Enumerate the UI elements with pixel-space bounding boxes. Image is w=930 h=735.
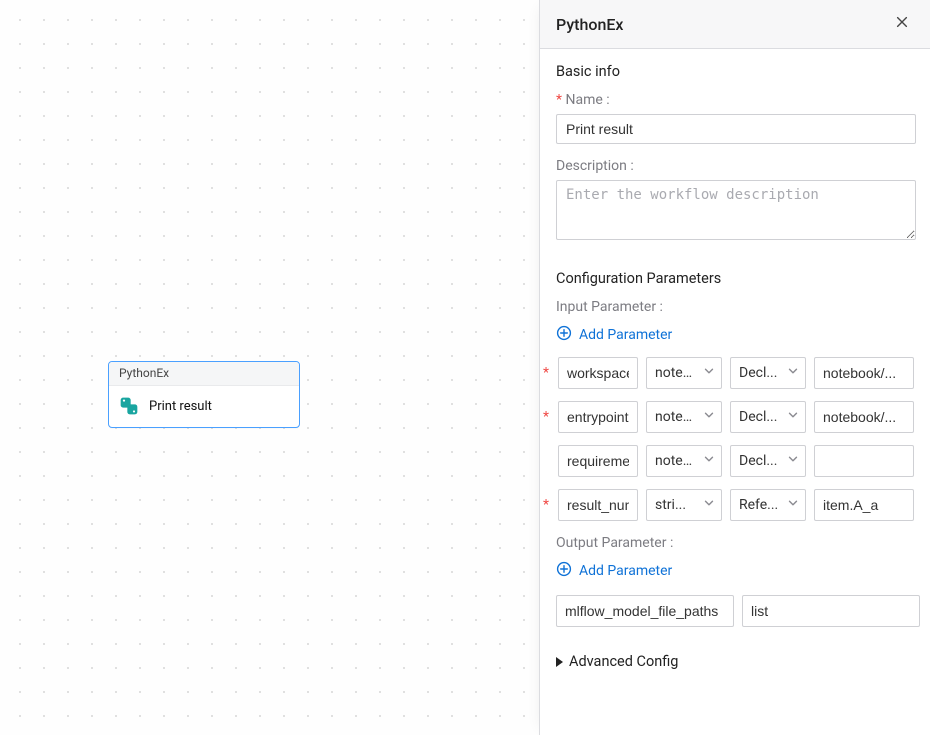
param-name-input[interactable] [558,357,638,389]
caret-right-icon [556,657,563,667]
add-output-parameter-button[interactable]: Add Parameter [556,561,672,581]
chevron-down-icon [787,409,799,425]
advanced-config-label: Advanced Config [569,653,678,670]
panel-title: PythonEx [556,15,890,34]
chevron-down-icon [787,497,799,513]
param-type-select[interactable]: notebook [646,401,722,433]
name-input[interactable] [556,114,916,144]
chevron-down-icon [703,365,715,381]
name-label: Name : [556,92,914,108]
param-type-value: notebook [655,365,699,381]
plus-circle-icon [556,561,572,581]
close-button[interactable] [890,12,914,36]
input-parameter-label: Input Parameter : [556,299,914,315]
param-value-input[interactable] [814,445,914,477]
param-type-select[interactable]: notebook [646,445,722,477]
required-marker: * [542,497,550,513]
advanced-config-toggle[interactable]: Advanced Config [556,653,914,670]
add-parameter-label: Add Parameter [579,563,672,579]
param-type-select[interactable]: notebook [646,357,722,389]
node-title: Print result [149,399,212,414]
chevron-down-icon [703,409,715,425]
input-param-row: * notebook Decl... [542,401,914,433]
param-type-value: notebook [655,453,699,469]
param-type-value: notebook [655,409,699,425]
input-param-row: notebook Decl... [542,445,914,477]
param-name-input[interactable] [558,401,638,433]
param-mode-select[interactable]: Decl... [730,445,806,477]
plus-circle-icon [556,325,572,345]
output-type-input[interactable] [742,595,920,627]
panel-header: PythonEx [540,0,930,49]
param-type-value: stri... [655,497,699,513]
output-name-input[interactable] [556,595,734,627]
add-parameter-label: Add Parameter [579,327,672,343]
python-icon [119,396,139,416]
param-mode-value: Decl... [739,453,783,469]
param-value-input[interactable] [814,489,914,521]
param-type-select[interactable]: stri... [646,489,722,521]
required-marker: * [542,365,550,381]
param-mode-value: Decl... [739,365,783,381]
node-type-label: PythonEx [109,362,299,386]
chevron-down-icon [703,497,715,513]
input-param-row: * notebook Decl... [542,357,914,389]
description-input[interactable] [556,180,916,240]
side-panel: PythonEx Basic info Name : Description :… [539,0,930,735]
chevron-down-icon [787,453,799,469]
param-mode-value: Decl... [739,409,783,425]
required-marker: * [542,409,550,425]
param-value-input[interactable] [814,401,914,433]
param-mode-select[interactable]: Decl... [730,357,806,389]
chevron-down-icon [703,453,715,469]
config-heading: Configuration Parameters [556,270,914,287]
param-name-input[interactable] [558,445,638,477]
description-label: Description : [556,158,914,174]
output-param-row [556,595,914,627]
close-icon [895,15,909,33]
output-parameter-label: Output Parameter : [556,535,914,551]
param-mode-value: Refe... [739,497,783,513]
param-name-input[interactable] [558,489,638,521]
node-pythonex[interactable]: PythonEx Print result [108,361,300,428]
param-mode-select[interactable]: Refe... [730,489,806,521]
add-input-parameter-button[interactable]: Add Parameter [556,325,672,345]
basic-info-heading: Basic info [556,63,914,80]
input-param-row: * stri... Refe... [542,489,914,521]
param-value-input[interactable] [814,357,914,389]
chevron-down-icon [787,365,799,381]
param-mode-select[interactable]: Decl... [730,401,806,433]
